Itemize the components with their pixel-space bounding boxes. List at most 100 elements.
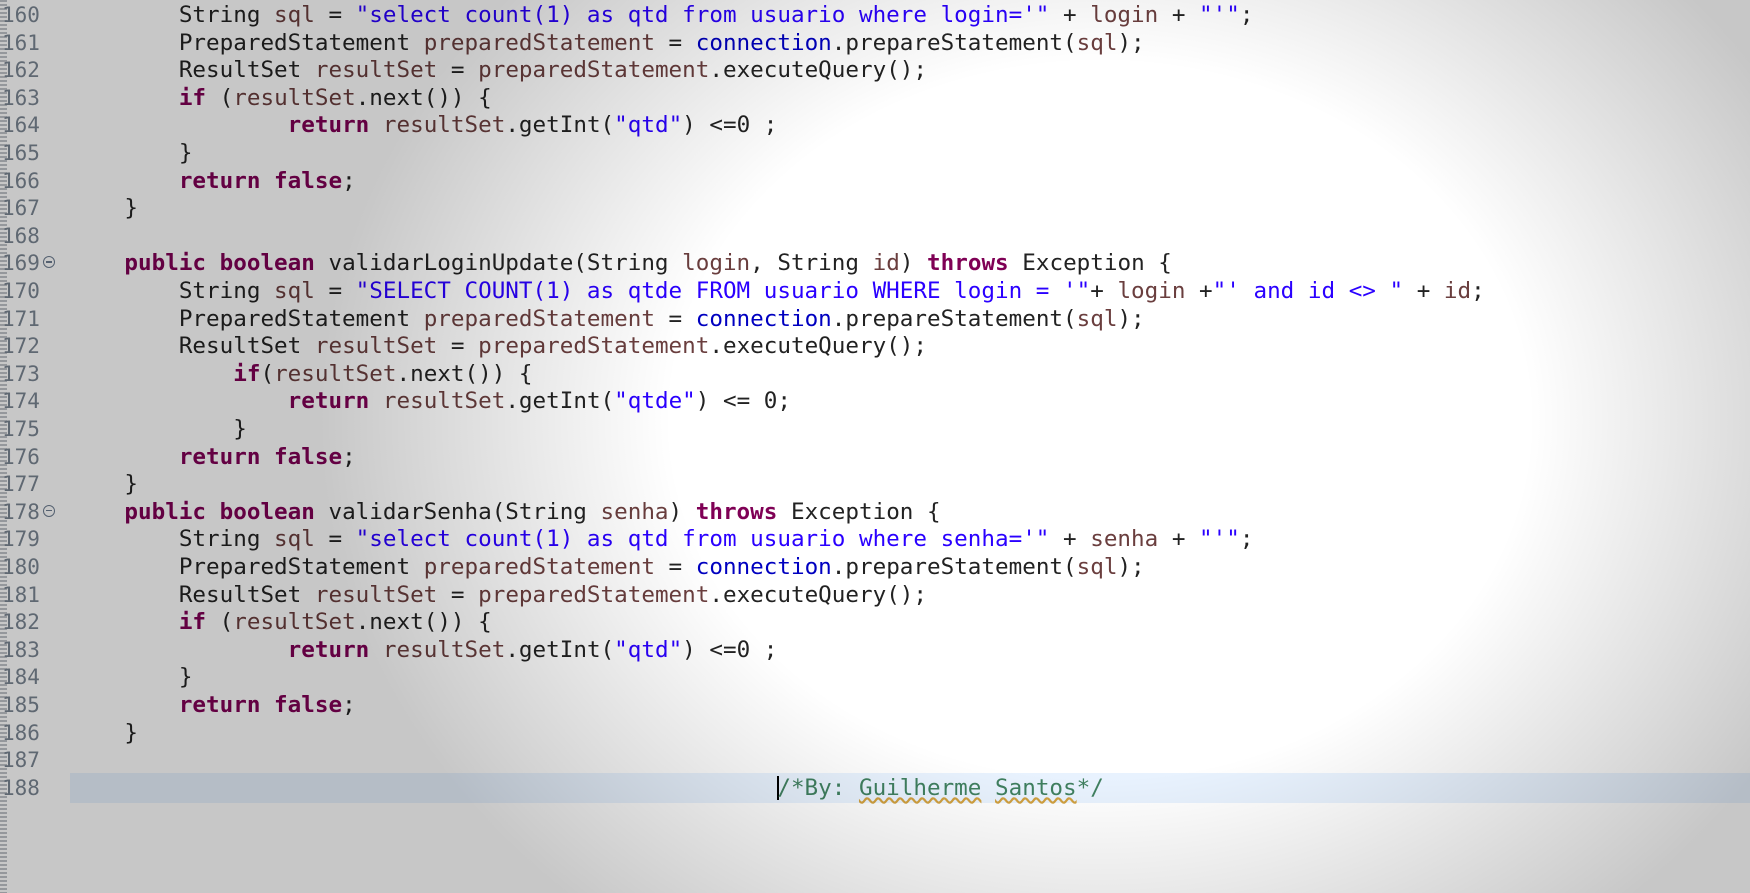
variable-token: sql	[274, 278, 315, 304]
string-token: "select count(1) as qtd from usuario whe…	[355, 526, 1050, 553]
code-token: +	[1090, 278, 1118, 304]
code-line[interactable]: 166 return false;	[0, 166, 1750, 196]
code-line[interactable]: 161 PreparedStatement preparedStatement …	[0, 28, 1750, 58]
line-number: 173	[2, 361, 40, 386]
code-token: )	[899, 250, 928, 277]
fold-collapse-icon[interactable]	[43, 504, 55, 517]
comment-token: */	[1076, 774, 1104, 801]
code-token: +	[1049, 2, 1091, 28]
code-line[interactable]: 184 }	[0, 662, 1750, 692]
code-token: ) <=0 ;	[682, 112, 778, 139]
code-token: (	[206, 84, 234, 111]
code-token: PreparedStatement	[178, 554, 424, 580]
code-line[interactable]: 164 return resultSet.getInt("qtd") <=0 ;	[0, 110, 1750, 140]
line-number: 177	[2, 472, 40, 497]
spellcheck-word: Guilherme	[858, 774, 982, 801]
code-text: ResultSet resultSet = preparedStatement.…	[70, 55, 927, 85]
line-number: 174	[2, 389, 40, 414]
string-token: "'"	[1199, 2, 1240, 28]
code-line[interactable]: 183 return resultSet.getInt("qtd") <=0 ;	[0, 635, 1750, 665]
code-line[interactable]: 181 ResultSet resultSet = preparedStatem…	[0, 580, 1750, 610]
code-line[interactable]: 176 return false;	[0, 442, 1750, 472]
code-text: PreparedStatement preparedStatement = co…	[70, 552, 1145, 582]
variable-token: sql	[274, 2, 315, 28]
code-line[interactable]: 188 /*By: Guilherme Santos*/	[0, 772, 1750, 803]
code-line[interactable]: 179 String sql = "select count(1) as qtd…	[0, 524, 1750, 554]
code-token: ResultSet	[178, 581, 315, 608]
code-line[interactable]: 180 PreparedStatement preparedStatement …	[0, 552, 1750, 582]
code-token: .next()) {	[355, 609, 492, 636]
code-line[interactable]: 171 PreparedStatement preparedStatement …	[0, 304, 1750, 334]
code-line[interactable]: 172 ResultSet resultSet = preparedStatem…	[0, 331, 1750, 361]
keyword-token: if	[233, 360, 261, 387]
code-line[interactable]: 162 ResultSet resultSet = preparedStatem…	[0, 55, 1750, 85]
string-token: "select count(1) as qtd from usuario whe…	[355, 2, 1050, 28]
keyword-token: return false	[178, 692, 343, 718]
code-token: =	[437, 333, 479, 360]
code-line[interactable]: 174 return resultSet.getInt("qtde") <= 0…	[0, 386, 1750, 416]
code-line[interactable]: 163 if (resultSet.next()) {	[0, 83, 1750, 113]
code-token: =	[654, 29, 696, 56]
code-token: Exception {	[1008, 250, 1172, 277]
code-text: }	[70, 662, 193, 692]
code-text: /*By: Guilherme Santos*/	[70, 773, 1104, 803]
line-number: 161	[2, 30, 40, 55]
code-editor[interactable]: 160 String sql = "select count(1) as qtd…	[0, 0, 1750, 893]
code-line[interactable]: 185 return false;	[0, 690, 1750, 720]
code-token: ;	[342, 443, 356, 470]
code-line[interactable]: 187	[0, 745, 1750, 775]
code-line[interactable]: 186 }	[0, 718, 1750, 748]
code-token: String	[178, 526, 275, 553]
code-token: .executeQuery();	[709, 57, 928, 84]
code-text: if (resultSet.next()) {	[70, 83, 492, 113]
code-token: =	[314, 2, 356, 28]
code-line[interactable]: 178 public boolean validarSenha(String s…	[0, 497, 1750, 527]
code-line[interactable]: 175 }	[0, 414, 1750, 444]
code-line[interactable]: 167 }	[0, 193, 1750, 223]
code-line[interactable]: 168	[0, 221, 1750, 251]
variable-token: resultSet	[233, 84, 356, 111]
code-token: =	[314, 278, 356, 304]
code-line[interactable]: 177 }	[0, 469, 1750, 499]
code-text: PreparedStatement preparedStatement = co…	[70, 304, 1145, 334]
line-number: 170	[2, 279, 40, 303]
code-line[interactable]: 160 String sql = "select count(1) as qtd…	[0, 0, 1750, 30]
code-line[interactable]: 169 public boolean validarLoginUpdate(St…	[0, 248, 1750, 278]
code-text: }	[70, 193, 138, 223]
code-line[interactable]: 165 }	[0, 138, 1750, 168]
code-text: return resultSet.getInt("qtde") <= 0;	[70, 386, 791, 416]
code-text: return false;	[70, 442, 356, 472]
string-token: "qtd"	[614, 112, 683, 139]
code-token: .next()) {	[355, 84, 492, 111]
code-token: String	[178, 278, 275, 304]
field-token: connection	[695, 554, 832, 580]
code-token: }	[124, 471, 139, 498]
variable-token: login	[1090, 2, 1159, 28]
keyword-token: return false	[178, 443, 343, 470]
code-token: +	[1185, 278, 1213, 304]
line-number: 167	[2, 196, 40, 221]
code-line[interactable]: 170 String sql = "SELECT COUNT(1) as qtd…	[0, 276, 1750, 306]
code-token: ResultSet	[178, 57, 315, 84]
code-line[interactable]: 182 if (resultSet.next()) {	[0, 607, 1750, 637]
code-text: return false;	[70, 166, 356, 196]
code-token: );	[1117, 554, 1145, 580]
code-line[interactable]: 173 if(resultSet.next()) {	[0, 359, 1750, 389]
code-token: .prepareStatement(	[831, 29, 1077, 56]
string-token: "qtde"	[614, 388, 696, 415]
variable-token: preparedStatement	[423, 29, 655, 56]
